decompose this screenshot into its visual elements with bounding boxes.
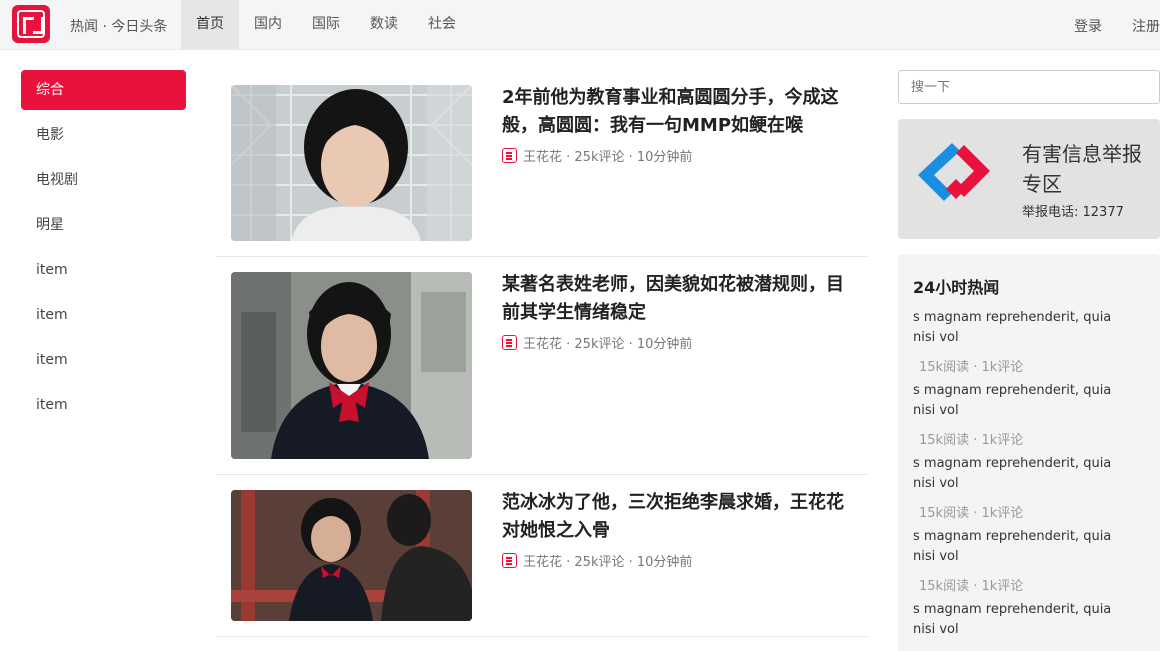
sidebar-item-tv[interactable]: 电视剧 <box>21 160 186 205</box>
report-banner[interactable]: 有害信息举报专区 举报电话: 12377 <box>898 119 1160 239</box>
nav-society[interactable]: 社会 <box>413 0 471 49</box>
article-meta: 王花花 · 25k评论 · 10分钟前 <box>502 146 692 165</box>
article-title[interactable]: 范冰冰为了他，三次拒绝李晨求婚，王花花对她恨之入骨 <box>502 489 852 545</box>
sidebar-item[interactable]: item <box>21 295 186 340</box>
sidebar-item[interactable]: item <box>21 385 186 430</box>
report-title: 有害信息举报专区 <box>1022 142 1142 196</box>
sidebar-item-general[interactable]: 综合 <box>21 70 186 110</box>
category-sidebar: 综合 电影 电视剧 明星 item item item item <box>21 70 186 430</box>
author-icon <box>502 553 517 568</box>
sidebar-item-movies[interactable]: 电影 <box>21 115 186 160</box>
article-card[interactable]: 范冰冰为了他，三次拒绝李晨求婚，王花花对她恨之入骨 王花花 · 25k评论 · … <box>216 475 868 637</box>
author-icon <box>502 335 517 350</box>
hot-news-item[interactable]: s magnam reprehenderit, quia nisi vol 15… <box>913 454 1145 521</box>
hot-news-meta: 15k阅读 · 1k评论 <box>919 360 1024 375</box>
hot-news-text[interactable]: s magnam reprehenderit, quia nisi vol <box>913 527 1133 567</box>
article-meta: 王花花 · 25k评论 · 10分钟前 <box>502 551 692 570</box>
hot-news-title: 24小时热闻 <box>913 278 1000 297</box>
article-card[interactable]: 某著名表姓老师，因美貌如花被潜规则，目前其学生情绪稳定 王花花 · 25k评论 … <box>216 257 868 475</box>
top-navigation-bar: 热闻 · 今日头条 首页 国内 国际 数读 社会 登录 注册 <box>0 0 1160 50</box>
hot-news-item[interactable]: s magnam reprehenderit, quia nisi vol 15… <box>913 527 1145 594</box>
nav-home[interactable]: 首页 <box>181 0 239 49</box>
article-thumbnail[interactable] <box>231 85 472 241</box>
hot-news-meta: 15k阅读 · 1k评论 <box>919 579 1024 594</box>
report-logo-icon <box>918 143 990 201</box>
hot-news-meta: 15k阅读 · 1k评论 <box>919 506 1024 521</box>
article-card[interactable]: 2年前他为教育事业和高圆圆分手，今成这般，高圆圆：我有一句MMP如鲠在喉 王花花… <box>216 70 868 257</box>
article-thumbnail[interactable] <box>231 272 472 459</box>
hot-news-item[interactable]: s magnam reprehenderit, quia nisi vol 15… <box>913 308 1145 375</box>
search-input[interactable] <box>898 70 1160 104</box>
sidebar-item[interactable]: item <box>21 340 186 385</box>
article-title[interactable]: 某著名表姓老师，因美貌如花被潜规则，目前其学生情绪稳定 <box>502 271 852 327</box>
article-meta-text: 王花花 · 25k评论 · 10分钟前 <box>523 337 693 352</box>
main-nav: 首页 国内 国际 数读 社会 <box>181 0 471 49</box>
hot-news-text[interactable]: s magnam reprehenderit, quia nisi vol <box>913 308 1133 348</box>
hot-news-text[interactable]: s magnam reprehenderit, quia nisi vol <box>913 600 1133 640</box>
login-link[interactable]: 登录 <box>1074 16 1102 36</box>
nav-data[interactable]: 数读 <box>355 0 413 49</box>
logo-mark-icon <box>17 10 45 38</box>
report-phone: 举报电话: 12377 <box>1022 205 1124 220</box>
hot-news-item[interactable]: s magnam reprehenderit, quia nisi vol 15… <box>913 381 1145 448</box>
register-link[interactable]: 注册 <box>1132 16 1160 36</box>
nav-international[interactable]: 国际 <box>297 0 355 49</box>
nav-domestic[interactable]: 国内 <box>239 0 297 49</box>
brand-text[interactable]: 热闻 · 今日头条 <box>70 16 167 36</box>
article-feed: 2年前他为教育事业和高圆圆分手，今成这般，高圆圆：我有一句MMP如鲠在喉 王花花… <box>216 70 868 637</box>
author-icon <box>502 148 517 163</box>
article-title[interactable]: 2年前他为教育事业和高圆圆分手，今成这般，高圆圆：我有一句MMP如鲠在喉 <box>502 84 852 140</box>
hot-news-item[interactable]: s magnam reprehenderit, quia nisi vol <box>913 600 1145 640</box>
sidebar-item-stars[interactable]: 明星 <box>21 205 186 250</box>
article-thumbnail[interactable] <box>231 490 472 621</box>
hot-news-meta: 15k阅读 · 1k评论 <box>919 433 1024 448</box>
hot-news-text[interactable]: s magnam reprehenderit, quia nisi vol <box>913 381 1133 421</box>
site-logo[interactable] <box>12 5 50 43</box>
article-meta-text: 王花花 · 25k评论 · 10分钟前 <box>523 555 693 570</box>
article-meta: 王花花 · 25k评论 · 10分钟前 <box>502 333 692 352</box>
sidebar-item[interactable]: item <box>21 250 186 295</box>
hot-news-text[interactable]: s magnam reprehenderit, quia nisi vol <box>913 454 1133 494</box>
article-meta-text: 王花花 · 25k评论 · 10分钟前 <box>523 150 693 165</box>
hot-news-panel: 24小时热闻 s magnam reprehenderit, quia nisi… <box>898 254 1160 651</box>
